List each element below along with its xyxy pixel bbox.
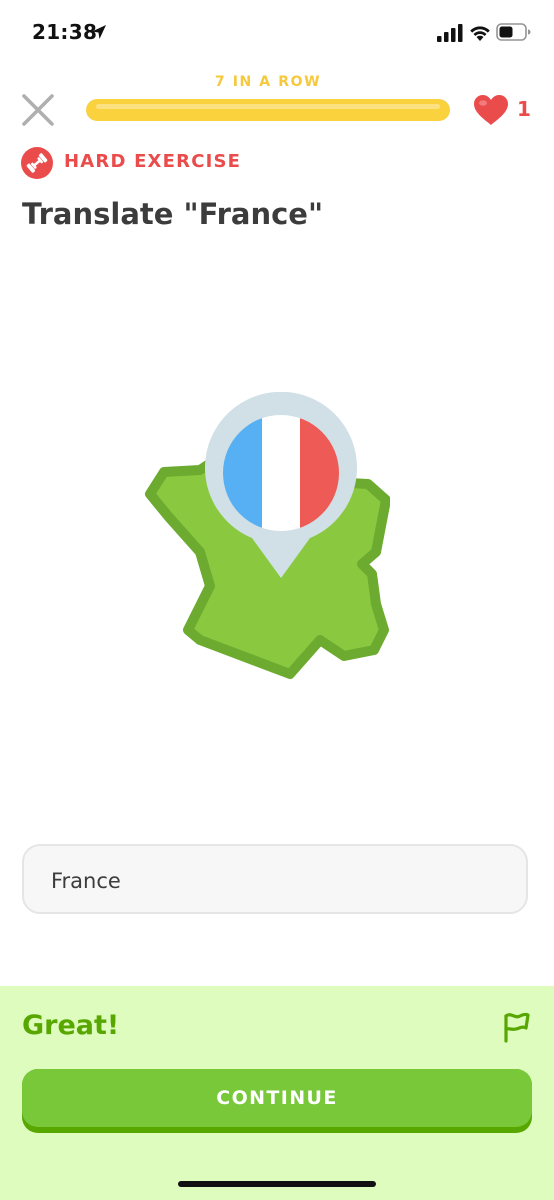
heart-icon — [474, 95, 508, 125]
lesson-progress-bar — [86, 99, 450, 121]
france-map-illustration — [145, 392, 390, 679]
lesson-progress-fill — [86, 99, 450, 121]
close-button[interactable] — [18, 90, 58, 130]
battery-icon — [496, 23, 531, 41]
continue-button[interactable]: CONTINUE — [22, 1069, 532, 1127]
hearts-count: 1 — [517, 97, 531, 121]
close-icon — [22, 94, 54, 126]
status-bar: 21:38 — [0, 0, 554, 66]
lesson-screen: 21:38 7 IN A ROW 1 HARD EXERCISE Transla… — [0, 0, 554, 1200]
location-arrow-icon — [92, 25, 106, 39]
answer-input[interactable]: France — [22, 844, 528, 914]
answer-text: France — [51, 869, 121, 893]
cellular-signal-icon — [437, 24, 463, 42]
wifi-icon — [470, 26, 490, 41]
feedback-panel: Great! CONTINUE — [0, 986, 554, 1200]
streak-label: 7 IN A ROW — [214, 74, 322, 90]
home-indicator[interactable] — [178, 1181, 376, 1187]
progress-shine — [96, 104, 440, 109]
dumbbell-icon — [21, 147, 53, 179]
report-flag-button[interactable] — [500, 1010, 532, 1044]
status-time: 21:38 — [32, 20, 98, 44]
feedback-title: Great! — [22, 1010, 120, 1041]
hard-exercise-label: HARD EXERCISE — [64, 151, 242, 172]
flag-icon — [504, 1012, 530, 1043]
prompt-title: Translate "France" — [22, 197, 324, 231]
